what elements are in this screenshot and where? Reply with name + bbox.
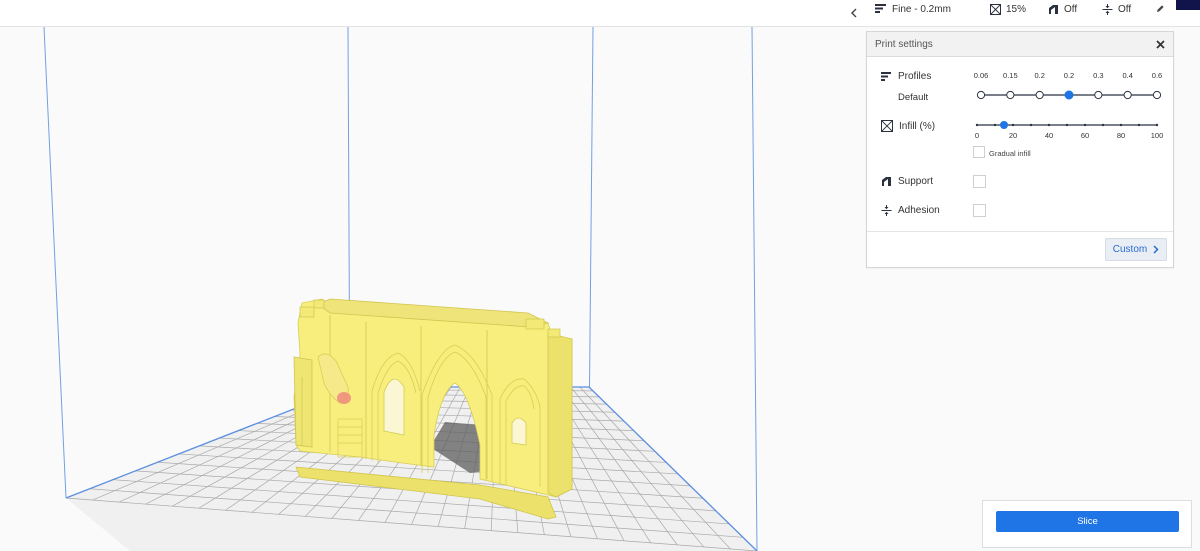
layer-height-option[interactable]	[1152, 90, 1162, 100]
layer-height-label: 0.2	[1034, 71, 1045, 80]
infill-icon	[881, 120, 893, 132]
print-settings-header: Print settings	[867, 32, 1173, 57]
infill-slider[interactable]	[972, 118, 1172, 132]
panel-divider	[867, 231, 1173, 232]
layer-height-option[interactable]	[976, 90, 986, 100]
adhesion-label: Adhesion	[898, 205, 940, 216]
summary-profile[interactable]: Fine - 0.2mm	[875, 4, 951, 15]
gradual-infill-label: Gradual infill	[989, 149, 1031, 158]
layer-height-option[interactable]	[1006, 90, 1015, 100]
cura-window: Fine - 0.2mm 15% Off Off Print settings …	[0, 0, 1200, 551]
summary-profile-text: Fine - 0.2mm	[892, 4, 951, 15]
close-icon	[1155, 39, 1165, 49]
summary-support[interactable]: Off	[1048, 4, 1077, 15]
print-settings-panel: Print settings Profiles Default 0.06 0.15…	[866, 31, 1174, 268]
adhesion-row: Adhesion	[881, 205, 940, 216]
infill-tick-mark	[975, 123, 979, 127]
adhesion-icon	[1102, 4, 1113, 15]
infill-tick-label: 100	[1150, 131, 1164, 140]
profiles-row: Profiles	[881, 71, 931, 82]
infill-tick-mark	[1065, 123, 1069, 127]
infill-tick-label: 40	[1044, 131, 1054, 140]
print-setup-summary[interactable]: Fine - 0.2mm 15% Off Off	[866, 0, 1174, 22]
layer-height-option[interactable]	[1094, 90, 1103, 100]
infill-tick-mark	[1101, 123, 1105, 127]
profile-layers-icon	[881, 71, 891, 81]
layer-height-label: 0.3	[1093, 71, 1104, 80]
infill-tick-label: 20	[1008, 131, 1018, 140]
summary-support-text: Off	[1064, 4, 1078, 15]
summary-adhesion[interactable]: Off	[1102, 4, 1131, 15]
gradual-infill-checkbox[interactable]	[973, 146, 985, 158]
custom-button-label: Custom	[1112, 244, 1148, 255]
slice-button-label: Slice	[1077, 516, 1098, 527]
profile-name: Default	[898, 92, 929, 103]
pencil-icon	[1157, 5, 1164, 12]
support-label: Support	[898, 176, 934, 187]
infill-tick-mark	[1155, 123, 1159, 127]
close-panel-button[interactable]	[1153, 37, 1167, 51]
summary-infill[interactable]: 15%	[990, 4, 1026, 15]
support-checkbox[interactable]	[973, 175, 986, 188]
layer-height-option-selected[interactable]	[1064, 90, 1074, 100]
layer-height-option[interactable]	[1035, 90, 1044, 100]
edit-settings-button[interactable]	[1156, 4, 1165, 13]
infill-tick-mark	[1047, 123, 1051, 127]
support-icon	[882, 177, 891, 186]
layer-height-label: 0.06	[973, 71, 989, 80]
infill-tick-mark	[1083, 123, 1087, 127]
infill-tick-label: 60	[1080, 131, 1090, 140]
infill-tick-mark	[1011, 123, 1015, 127]
infill-tick-mark	[1119, 123, 1123, 127]
infill-tick-mark	[1137, 123, 1141, 127]
layer-height-label: 0.2	[1063, 71, 1075, 80]
layer-height-label: 0.15	[1003, 71, 1018, 80]
infill-tick-label: 80	[1116, 131, 1126, 140]
profile-layers-icon	[875, 4, 886, 13]
support-icon	[1049, 5, 1058, 14]
slice-button[interactable]: Slice	[996, 511, 1179, 532]
layer-height-option[interactable]	[1123, 90, 1132, 100]
summary-infill-text: 15%	[1006, 4, 1027, 15]
profiles-label: Profiles	[898, 71, 932, 82]
infill-icon	[990, 4, 1001, 15]
print-settings-title: Print settings	[875, 38, 933, 50]
custom-settings-button[interactable]: Custom	[1105, 238, 1167, 261]
chevron-left-icon	[851, 8, 857, 18]
adhesion-checkbox[interactable]	[973, 204, 986, 217]
layer-height-label: 0.6	[1151, 71, 1163, 80]
infill-slider-handle[interactable]	[1000, 121, 1008, 129]
support-row: Support	[881, 176, 933, 187]
chevron-right-icon	[1153, 245, 1159, 254]
window-corner-accent	[1176, 0, 1200, 10]
adhesion-icon	[881, 205, 892, 216]
collapse-panel-button[interactable]	[845, 4, 863, 22]
infill-tick-mark	[1029, 123, 1033, 127]
layer-height-label: 0.4	[1122, 71, 1133, 80]
infill-row: Infill (%)	[881, 120, 935, 132]
infill-label: Infill (%)	[899, 120, 936, 132]
infill-tick-label: 0	[974, 131, 980, 140]
layer-height-slider[interactable]	[972, 87, 1172, 103]
slice-panel: Slice	[982, 500, 1192, 548]
infill-tick-mark	[993, 123, 997, 127]
summary-adhesion-text: Off	[1118, 4, 1132, 15]
